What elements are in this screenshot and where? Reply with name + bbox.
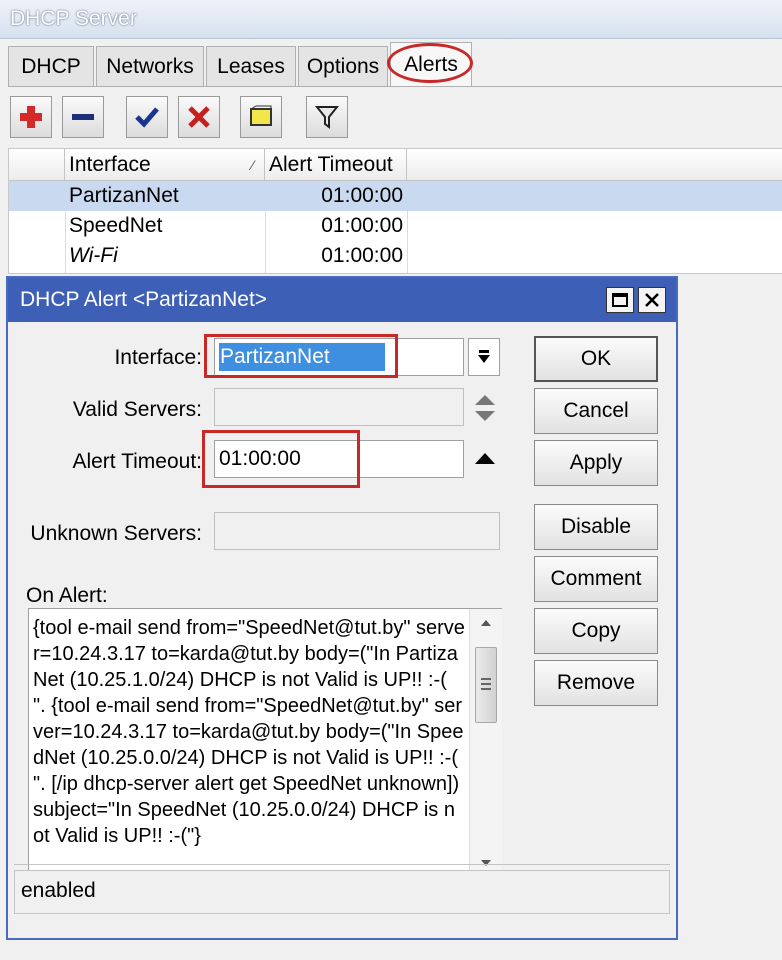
maximize-icon [612, 293, 628, 307]
valid-servers-field[interactable] [214, 388, 464, 426]
sort-indicator-icon: ⁄ [251, 157, 254, 173]
x-icon [188, 106, 210, 128]
column-header-label: Interface [69, 153, 151, 176]
cell-alert-timeout: 01:00:00 [321, 184, 403, 207]
close-button[interactable] [638, 287, 666, 313]
tab-label: Leases [217, 54, 285, 78]
table-header-filler [407, 149, 782, 181]
column-header-interface[interactable]: Interface ⁄ [65, 149, 265, 181]
interface-highlight-box [204, 334, 398, 378]
alert-timeout-label: Alert Timeout: [72, 450, 202, 473]
tab-label: Options [306, 54, 380, 78]
alert-timeout-remove-button[interactable] [472, 448, 498, 468]
table-row[interactable]: PartizanNet 01:00:00 [9, 181, 782, 211]
comment-button[interactable] [240, 96, 282, 138]
tab-dhcp[interactable]: DHCP [8, 46, 94, 86]
tab-label: DHCP [21, 54, 81, 78]
tab-networks[interactable]: Networks [96, 46, 204, 86]
apply-button[interactable]: Apply [534, 440, 658, 486]
check-icon [135, 107, 159, 128]
dialog-titlebar[interactable]: DHCP Alert <PartizanNet> [8, 278, 676, 322]
cell-interface: Wi-Fi [69, 244, 118, 267]
scroll-thumb[interactable] [475, 647, 497, 723]
enable-button[interactable] [126, 96, 168, 138]
on-alert-textarea[interactable]: {tool e-mail send from="SpeedNet@tut.by"… [28, 608, 502, 878]
status-divider [14, 864, 670, 865]
cell-alert-timeout: 01:00:00 [321, 214, 403, 237]
tab-label: Networks [106, 54, 194, 78]
dialog-title: DHCP Alert <PartizanNet> [20, 288, 268, 311]
window-title: DHCP Server [10, 7, 137, 30]
scroll-down-icon [481, 860, 491, 866]
column-header-label: Alert Timeout [269, 153, 393, 176]
alert-timeout-highlight-box [202, 430, 360, 488]
button-label: Disable [560, 515, 632, 538]
close-icon [645, 293, 659, 307]
copy-button[interactable]: Copy [534, 608, 658, 654]
valid-servers-label: Valid Servers: [72, 398, 202, 421]
cell-alert-timeout: 01:00:00 [321, 244, 403, 267]
dhcp-alert-dialog: DHCP Alert <PartizanNet> Interface: Part… [6, 276, 678, 940]
filter-button[interactable] [306, 96, 348, 138]
alerts-table: Interface ⁄ Alert Timeout PartizanNet 01… [8, 148, 782, 274]
disable-button[interactable] [178, 96, 220, 138]
up-arrow-icon [475, 453, 495, 464]
cancel-button[interactable]: Cancel [534, 388, 658, 434]
add-icon [20, 106, 42, 128]
tabstrip-divider [8, 86, 782, 87]
tab-options[interactable]: Options [298, 46, 388, 86]
table-row[interactable]: Wi-Fi 01:00:00 [9, 241, 782, 271]
button-label: Cancel [563, 399, 629, 422]
alerts-tab-highlight-circle [387, 43, 473, 83]
button-label: Comment [550, 567, 642, 590]
remove-button[interactable] [62, 96, 104, 138]
table-row[interactable]: SpeedNet 01:00:00 [9, 211, 782, 241]
interface-label: Interface: [114, 346, 202, 369]
comment-button[interactable]: Comment [534, 556, 658, 602]
add-button[interactable] [10, 96, 52, 138]
table-header-blank [9, 149, 65, 181]
ok-button[interactable]: OK [534, 336, 658, 382]
grip-icon [481, 678, 491, 690]
button-label: Remove [556, 671, 636, 694]
on-alert-script-text: {tool e-mail send from="SpeedNet@tut.by"… [33, 617, 465, 847]
note-icon [250, 105, 272, 126]
on-alert-label: On Alert: [26, 584, 108, 607]
button-label: OK [580, 347, 612, 370]
unknown-servers-label: Unknown Servers: [30, 522, 202, 545]
dropdown-arrow-icon [478, 350, 490, 363]
valid-servers-spinner[interactable] [472, 392, 498, 424]
status-bar: enabled [14, 870, 670, 914]
remove-icon [72, 114, 94, 120]
cell-interface: PartizanNet [69, 184, 179, 207]
button-label: Copy [571, 619, 621, 642]
tab-leases[interactable]: Leases [206, 46, 296, 86]
disable-button[interactable]: Disable [534, 504, 658, 550]
button-label: Apply [569, 451, 623, 474]
maximize-button[interactable] [606, 287, 634, 313]
cell-interface: SpeedNet [69, 214, 163, 237]
interface-dropdown-button[interactable] [468, 338, 500, 376]
column-header-alert-timeout[interactable]: Alert Timeout [265, 149, 407, 181]
scroll-up-icon [481, 620, 491, 626]
filter-icon [314, 106, 340, 129]
main-titlebar: DHCP Server [0, 0, 782, 39]
up-down-arrows-icon [475, 395, 495, 421]
remove-button[interactable]: Remove [534, 660, 658, 706]
unknown-servers-field [214, 512, 500, 550]
status-text: enabled [21, 879, 96, 902]
